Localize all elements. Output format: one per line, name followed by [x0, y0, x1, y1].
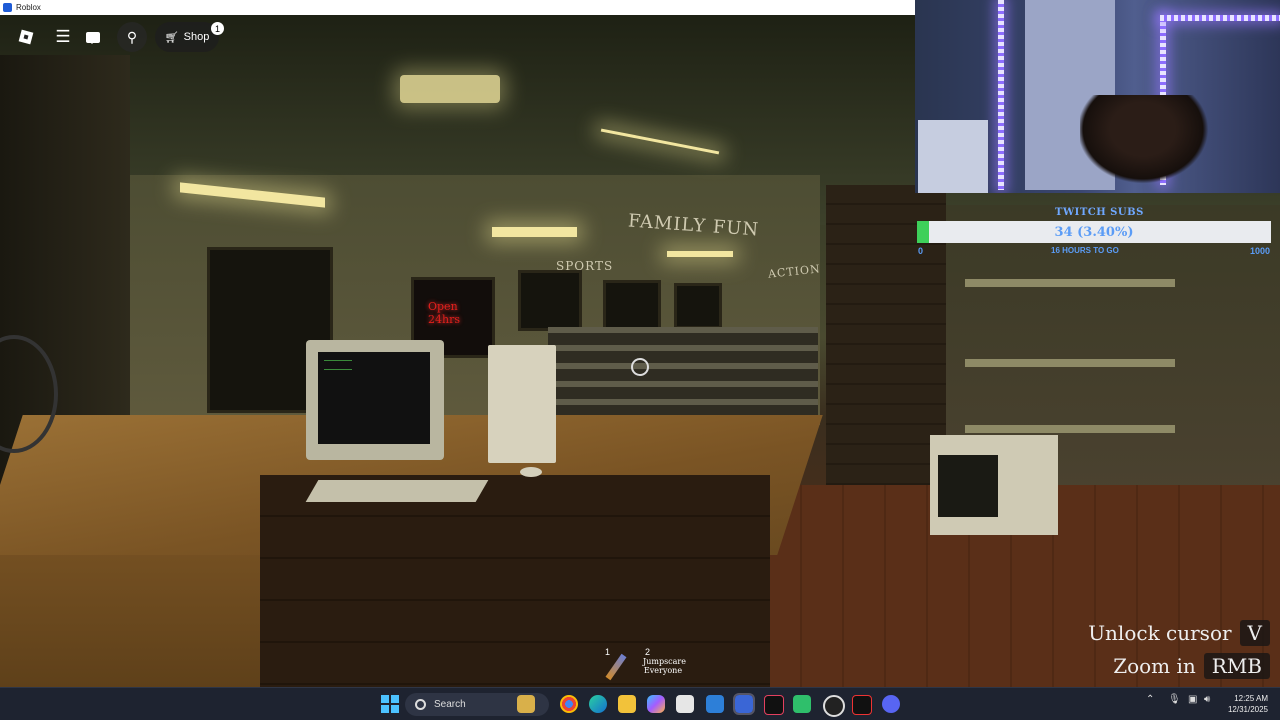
game-icon[interactable] — [852, 695, 872, 715]
slot-number: 2 — [645, 647, 651, 657]
window-title: Roblox — [16, 3, 41, 12]
crosshair-icon — [631, 358, 649, 376]
pc-tower — [488, 345, 556, 463]
keyboard — [305, 480, 489, 502]
led-strip — [998, 0, 1004, 190]
storage-shelf — [965, 425, 1175, 433]
hint-key: V — [1239, 620, 1270, 646]
mail-icon[interactable] — [706, 695, 724, 713]
menu-button[interactable]: ☰ — [52, 22, 74, 52]
obs-icon[interactable] — [823, 695, 845, 717]
cart-icon: 🛒︎ — [164, 31, 179, 44]
counter-front — [260, 475, 770, 687]
computer-mouse — [520, 467, 542, 477]
discord-icon[interactable] — [882, 695, 900, 713]
store-icon[interactable] — [676, 695, 694, 713]
streamer — [1080, 95, 1220, 193]
backpack-icon: ⚲ — [126, 28, 138, 45]
clock-date: 12/31/2025 — [1227, 705, 1268, 714]
roblox-logo-icon — [18, 29, 34, 45]
shop-button[interactable]: 🛒︎ Shop — [155, 22, 219, 52]
neon-line-1: Open — [428, 300, 458, 313]
copilot-icon[interactable] — [647, 695, 665, 713]
hint-label: Unlock cursor — [1088, 621, 1232, 645]
subs-progress-bar: 34 (3.40%) — [917, 221, 1271, 243]
hamburger-icon: ☰ — [55, 27, 71, 46]
sports-sign: SPORTS — [556, 259, 614, 273]
hint-label: Zoom in — [1113, 654, 1196, 678]
edge-icon[interactable] — [589, 695, 607, 713]
doorway — [674, 283, 722, 329]
shop-notification-badge: 1 — [211, 22, 224, 35]
led-strip — [1160, 15, 1280, 21]
doorway — [518, 270, 582, 331]
chat-button[interactable] — [82, 22, 104, 52]
hint-key: RMB — [1203, 653, 1270, 679]
system-clock[interactable]: 12:25 AM 12/31/2025 — [1228, 693, 1268, 715]
tiktok-icon[interactable] — [764, 695, 784, 715]
file-explorer-icon[interactable] — [517, 695, 535, 713]
chevron-up-icon[interactable]: ⌃ — [1146, 694, 1154, 705]
storage-shelf — [965, 279, 1175, 287]
hotbar-slot-1[interactable]: 1 — [603, 645, 639, 685]
webcam-feed — [915, 0, 1280, 193]
search-placeholder: Search — [434, 699, 466, 710]
storage-shelf — [965, 359, 1175, 367]
subs-progress-text: 34 (3.40%) — [1054, 224, 1134, 240]
subs-goal-title: TWITCH SUBS — [1055, 207, 1144, 218]
clock-time: 12:25 AM — [1234, 694, 1268, 703]
roblox-app-icon — [3, 3, 12, 12]
hotbar-slot-2[interactable]: 2 Jumpscare Everyone — [643, 645, 686, 685]
ceiling-lamp — [400, 75, 500, 103]
search-icon — [415, 699, 426, 710]
unlock-cursor-hint: Unlock cursor V — [1088, 620, 1270, 646]
window-titlebar: Roblox — [0, 0, 915, 15]
video-shelf-rack — [548, 327, 818, 427]
windows-start-icon[interactable] — [381, 695, 399, 713]
zoom-in-hint: Zoom in RMB — [1113, 653, 1270, 679]
subs-max-label: 1000 — [1250, 246, 1271, 256]
roblox-logo-button[interactable] — [15, 22, 37, 52]
ceiling-light — [667, 251, 733, 257]
chair — [918, 120, 988, 193]
windows-taskbar: Search ⌃ 🎙︎ ▣ 🔊︎ 12:25 AM 12/31/2025 — [0, 687, 1280, 720]
chat-icon — [86, 31, 100, 44]
shop-label: Shop — [183, 31, 210, 43]
volume-icon[interactable]: 🔊︎ — [1204, 694, 1210, 705]
roblox-icon[interactable] — [733, 693, 755, 715]
microphone-icon[interactable]: 🎙︎ — [1168, 694, 1181, 705]
neon-line-2: 24hrs — [428, 313, 460, 326]
ceiling-light — [492, 227, 577, 237]
network-icon[interactable]: ▣ — [1188, 694, 1197, 705]
backpack-button[interactable]: ⚲ — [117, 22, 147, 52]
slot-label: Jumpscare Everyone — [643, 657, 686, 675]
chrome-icon[interactable] — [560, 695, 578, 713]
slot-number: 1 — [605, 647, 611, 657]
files-icon[interactable] — [618, 695, 636, 713]
old-computer — [930, 435, 1058, 535]
subs-min-label: 0 — [918, 246, 924, 256]
crt-monitor — [306, 340, 444, 460]
xbox-icon[interactable] — [793, 695, 811, 713]
flashlight-tool-icon — [605, 653, 627, 681]
doorway — [603, 280, 661, 331]
subs-time-remaining: 16 HOURS TO GO — [1051, 246, 1119, 255]
